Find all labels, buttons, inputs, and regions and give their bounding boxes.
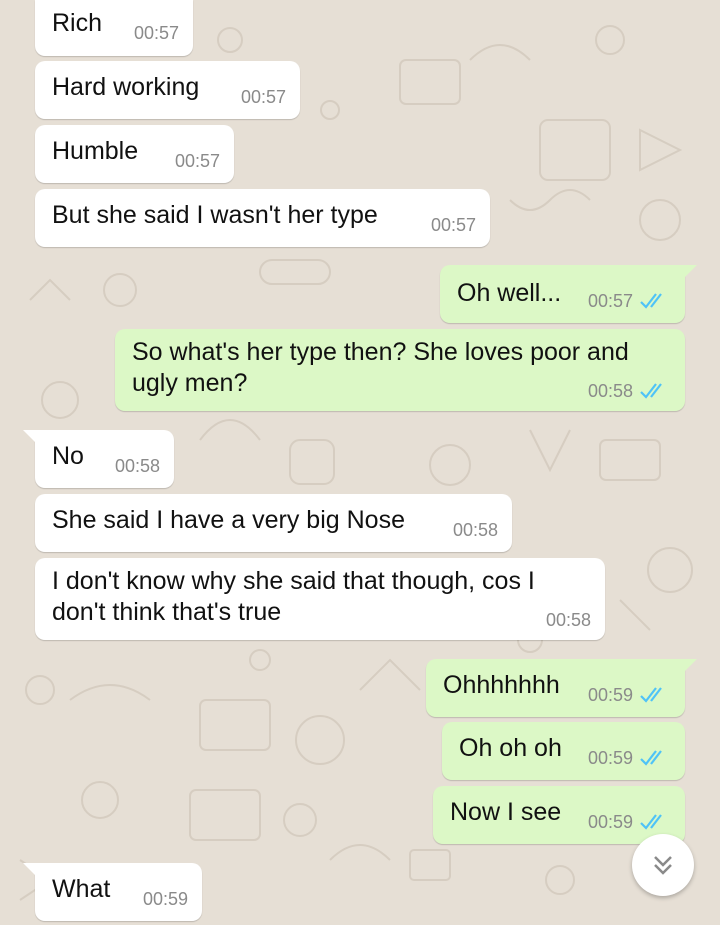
message-text-line-2: don't think that's true [52, 598, 282, 626]
message-text-line-1: I don't know why she said that though, c… [52, 567, 535, 595]
incoming-message-bubble[interactable]: Hard working 00:57 [35, 61, 300, 119]
bubble-tail [23, 430, 37, 444]
message-timestamp: 00:59 [588, 748, 671, 768]
message-text: But she said I wasn't her type [52, 201, 378, 229]
double-chevron-down-icon [654, 856, 672, 875]
message-timestamp: 00:57 [430, 215, 476, 235]
message-text: No [52, 442, 84, 470]
incoming-message-bubble[interactable]: No 00:58 [23, 430, 174, 488]
double-tick-read-icon [640, 750, 662, 766]
incoming-message-bubble[interactable]: But she said I wasn't her type 00:57 [35, 189, 490, 247]
incoming-message-bubble[interactable]: Rich 00:57 [35, 0, 193, 56]
outgoing-message-bubble[interactable]: Now I see 00:59 [433, 786, 685, 844]
message-timestamp: 00:59 [588, 812, 671, 832]
message-timestamp: 00:59 [142, 889, 188, 909]
message-text: Oh oh oh [459, 734, 562, 762]
message-timestamp: 00:59 [588, 685, 671, 705]
outgoing-message-bubble[interactable]: So what's her type then? She loves poor … [115, 329, 685, 411]
message-text: Hard working [52, 73, 200, 101]
double-tick-read-icon [640, 383, 662, 399]
message-text: Ohhhhhhh [443, 671, 560, 699]
outgoing-message-bubble[interactable]: Oh well... 00:57 [440, 265, 697, 323]
message-timestamp: 00:58 [588, 381, 671, 401]
message-text: She said I have a very big Nose [52, 506, 405, 534]
double-tick-read-icon [640, 687, 662, 703]
outgoing-message-bubble[interactable]: Oh oh oh 00:59 [442, 722, 685, 780]
incoming-message-bubble[interactable]: What 00:59 [23, 863, 202, 921]
message-text-line-1: So what's her type then? She loves poor … [132, 338, 629, 366]
double-tick-read-icon [640, 814, 662, 830]
message-timestamp: 00:58 [452, 520, 498, 540]
incoming-message-bubble[interactable]: I don't know why she said that though, c… [35, 558, 605, 640]
incoming-message-bubble[interactable]: Humble 00:57 [35, 125, 234, 183]
message-text: Rich [52, 9, 103, 37]
message-timestamp: 00:57 [174, 151, 220, 171]
scroll-to-bottom-button[interactable] [632, 834, 694, 896]
message-timestamp: 00:57 [240, 87, 286, 107]
message-text: Humble [52, 137, 139, 165]
message-text: What [52, 875, 111, 903]
bubble-tail [683, 659, 697, 673]
message-timestamp: 00:57 [133, 23, 179, 43]
message-timestamp: 00:57 [588, 291, 671, 311]
bubble-tail [23, 863, 37, 877]
message-text: Now I see [450, 798, 562, 826]
incoming-message-bubble[interactable]: She said I have a very big Nose 00:58 [35, 494, 512, 552]
message-text-line-2: ugly men? [132, 369, 248, 397]
message-timestamp: 00:58 [114, 456, 160, 476]
message-timestamp: 00:58 [545, 610, 591, 630]
bubble-tail [683, 265, 697, 279]
double-tick-read-icon [640, 293, 662, 309]
outgoing-message-bubble[interactable]: Ohhhhhhh 00:59 [426, 659, 697, 717]
message-text: Oh well... [457, 279, 562, 307]
